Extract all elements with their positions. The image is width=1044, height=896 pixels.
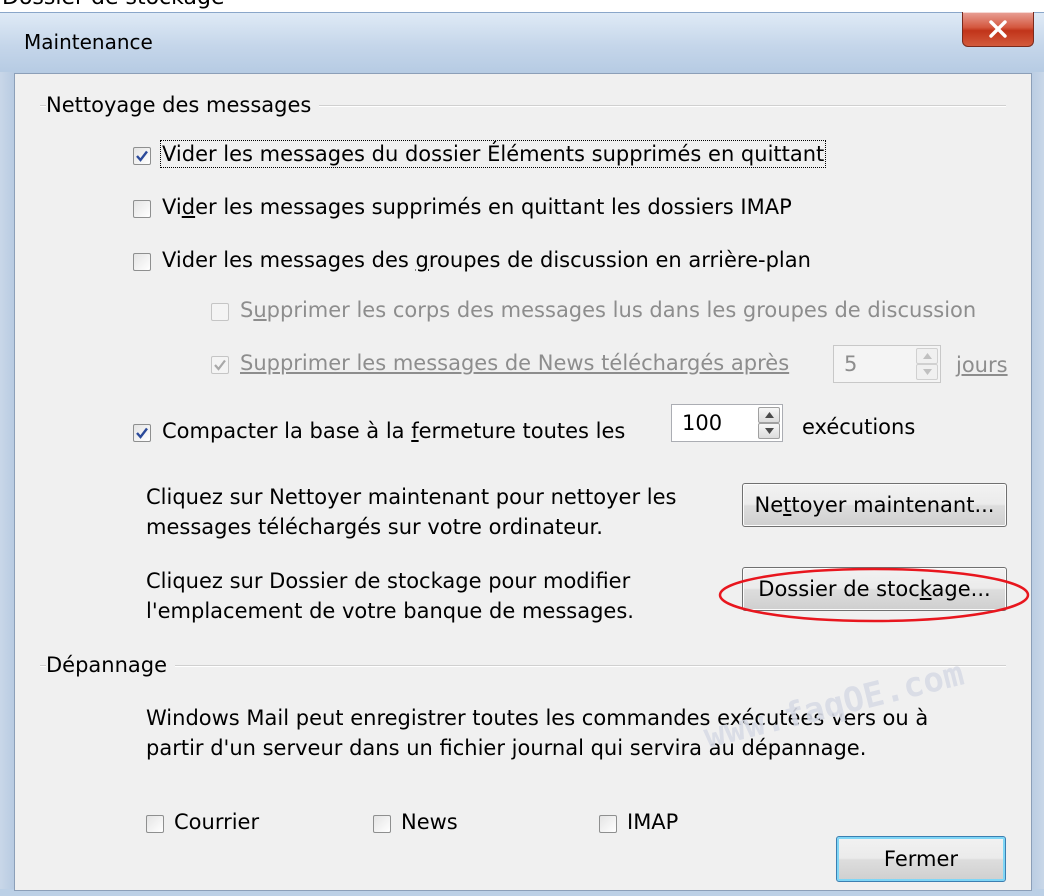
log-news-checkbox[interactable] xyxy=(373,815,391,833)
log-imap-label[interactable]: IMAP xyxy=(627,810,678,834)
window-frame-right xyxy=(1030,72,1044,896)
arrow-down-icon xyxy=(765,428,774,434)
compact-runs-unit: exécutions xyxy=(802,415,916,439)
compact-runs-value: 100 xyxy=(682,411,723,435)
title-bar[interactable] xyxy=(0,12,1044,74)
arrow-up-icon xyxy=(765,412,774,418)
empty-deleted-items-label[interactable]: Vider les messages du dossier Éléments s… xyxy=(159,140,827,168)
news-days-unit: jours xyxy=(956,353,1008,377)
log-courrier-label[interactable]: Courrier xyxy=(174,810,259,834)
arrow-up-icon xyxy=(923,353,932,359)
close-window-button[interactable] xyxy=(962,12,1034,47)
cleanup-group-title: Nettoyage des messages xyxy=(46,93,320,117)
cropped-caption: Dossier de stockage xyxy=(0,0,1044,12)
empty-imap-deleted-label[interactable]: Vider les messages supprimés en quittant… xyxy=(162,195,792,219)
store-folder-description: Cliquez sur Dossier de stockage pour mod… xyxy=(146,569,634,623)
window-frame-left xyxy=(0,72,14,896)
empty-deleted-items-checkbox[interactable] xyxy=(133,147,151,165)
checkmark-icon xyxy=(136,427,148,439)
log-news-label[interactable]: News xyxy=(401,810,458,834)
delete-read-bodies-checkbox[interactable] xyxy=(211,303,229,321)
clean-now-description: Cliquez sur Nettoyer maintenant pour net… xyxy=(146,485,677,539)
compact-database-checkbox[interactable] xyxy=(133,424,151,442)
compact-runs-spinner[interactable]: 100 xyxy=(671,404,783,442)
log-imap-checkbox[interactable] xyxy=(599,815,617,833)
arrow-down-icon xyxy=(923,369,932,375)
news-days-spinner[interactable]: 5 xyxy=(833,345,941,383)
empty-imap-deleted-checkbox[interactable] xyxy=(133,200,151,218)
news-days-value: 5 xyxy=(844,352,858,376)
news-days-down-button[interactable] xyxy=(916,364,938,380)
checkmark-icon xyxy=(136,150,148,162)
log-courrier-checkbox[interactable] xyxy=(146,815,164,833)
close-button[interactable]: Fermer xyxy=(836,836,1006,882)
window-title: Maintenance xyxy=(24,30,153,54)
checkmark-icon xyxy=(214,359,226,371)
delete-downloaded-news-checkbox[interactable] xyxy=(211,356,229,374)
compact-runs-up-button[interactable] xyxy=(758,407,780,423)
compact-database-label[interactable]: Compacter la base à la fermeture toutes … xyxy=(162,419,625,443)
close-icon xyxy=(989,20,1007,38)
news-days-up-button[interactable] xyxy=(916,348,938,364)
troubleshoot-group-title: Dépannage xyxy=(46,653,176,677)
delete-read-bodies-label[interactable]: Supprimer les corps des messages lus dan… xyxy=(240,298,976,322)
highlight-ellipse xyxy=(718,567,1030,623)
clean-now-button[interactable]: Nettoyer maintenant... xyxy=(742,483,1007,527)
empty-newsgroups-background-checkbox[interactable] xyxy=(133,253,151,271)
troubleshoot-group-line xyxy=(40,665,1006,667)
delete-downloaded-news-label[interactable]: Supprimer les messages de News télécharg… xyxy=(240,351,789,375)
empty-newsgroups-background-label[interactable]: Vider les messages des groupes de discus… xyxy=(162,248,811,272)
compact-runs-down-button[interactable] xyxy=(758,423,780,439)
